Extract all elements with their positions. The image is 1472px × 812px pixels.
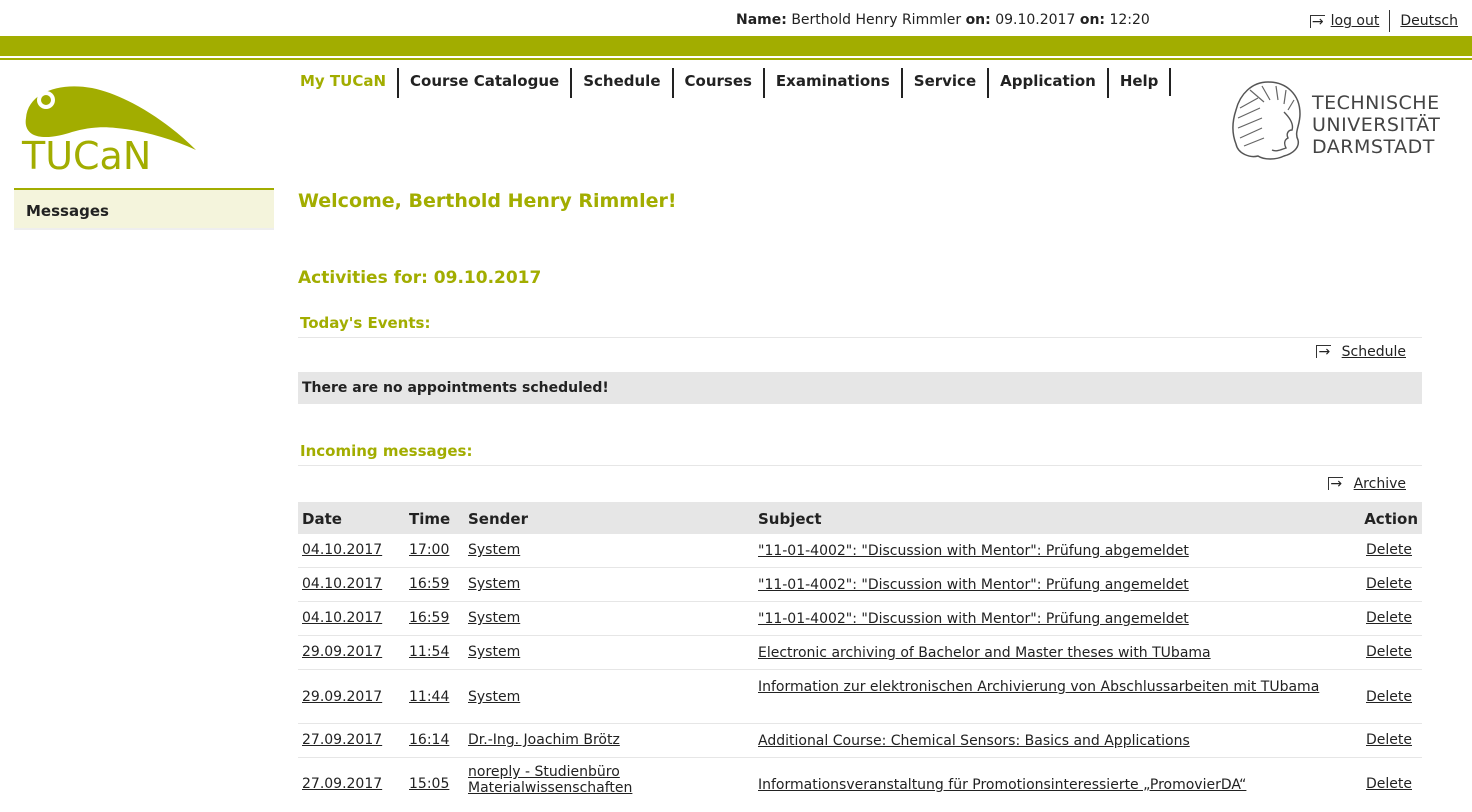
user-name: Berthold Henry Rimmler bbox=[791, 12, 962, 28]
delete-message-link[interactable]: Delete bbox=[1366, 644, 1412, 660]
message-date-link[interactable]: 04.10.2017 bbox=[302, 542, 382, 558]
nav-examinations[interactable]: Examinations bbox=[765, 68, 903, 98]
message-subject-link[interactable]: Additional Course: Chemical Sensors: Bas… bbox=[758, 732, 1328, 750]
col-header-date[interactable]: Date bbox=[302, 510, 342, 528]
schedule-link[interactable]: Schedule bbox=[1342, 344, 1406, 360]
university-line2: UNIVERSITÄT bbox=[1312, 114, 1441, 136]
delete-message-link[interactable]: Delete bbox=[1366, 776, 1412, 792]
message-date-link[interactable]: 29.09.2017 bbox=[302, 689, 382, 705]
table-row: 27.09.2017 15:05 noreply - Studienbüro M… bbox=[298, 758, 1422, 812]
col-header-subject[interactable]: Subject bbox=[758, 510, 822, 528]
tu-darmstadt-seal-icon bbox=[1232, 81, 1301, 160]
delete-message-link[interactable]: Delete bbox=[1366, 542, 1412, 558]
university-line3: DARMSTADT bbox=[1312, 136, 1435, 158]
message-time-link[interactable]: 17:00 bbox=[409, 542, 449, 558]
activities-heading: Activities for: 09.10.2017 bbox=[298, 268, 542, 288]
message-time-link[interactable]: 11:54 bbox=[409, 644, 449, 660]
top-links: → log out Deutsch bbox=[1309, 10, 1458, 32]
message-date-link[interactable]: 27.09.2017 bbox=[302, 776, 382, 792]
name-label: Name: bbox=[736, 12, 787, 28]
top-bar: Name: Berthold Henry Rimmler on: 09.10.2… bbox=[0, 0, 1472, 36]
delete-message-link[interactable]: Delete bbox=[1366, 610, 1412, 626]
main-nav: My TUCaN Course Catalogue Schedule Cours… bbox=[300, 68, 1172, 98]
no-appointments-notice: There are no appointments scheduled! bbox=[298, 372, 1422, 404]
message-subject-link[interactable]: Information zur elektronischen Archivier… bbox=[758, 678, 1328, 696]
message-sender-link[interactable]: Dr.-Ing. Joachim Brötz bbox=[468, 732, 738, 748]
schedule-link-wrap: → Schedule bbox=[1316, 344, 1406, 360]
message-time-link[interactable]: 11:44 bbox=[409, 689, 449, 705]
message-subject-link[interactable]: Informationsveranstaltung für Promotions… bbox=[758, 776, 1328, 794]
message-sender-link[interactable]: System bbox=[468, 576, 738, 592]
table-header: Date Time Sender Subject Action bbox=[298, 502, 1422, 534]
message-subject-link[interactable]: "11-01-4002": "Discussion with Mentor": … bbox=[758, 610, 1328, 628]
header-green-bar bbox=[0, 36, 1472, 56]
table-row: 04.10.2017 16:59 System "11-01-4002": "D… bbox=[298, 568, 1422, 602]
tu-darmstadt-wordmark: TECHNISCHE UNIVERSITÄT DARMSTADT bbox=[1312, 92, 1440, 158]
nav-schedule[interactable]: Schedule bbox=[572, 68, 674, 98]
todays-events-heading: Today's Events: bbox=[298, 314, 1422, 338]
nav-service[interactable]: Service bbox=[903, 68, 990, 98]
nav-my-tucan[interactable]: My TUCaN bbox=[300, 68, 400, 98]
table-row: 29.09.2017 11:54 System Electronic archi… bbox=[298, 636, 1422, 670]
message-date-link[interactable]: 04.10.2017 bbox=[302, 576, 382, 592]
delete-message-link[interactable]: Delete bbox=[1366, 732, 1412, 748]
messages-table: Date Time Sender Subject Action 04.10.20… bbox=[298, 502, 1422, 812]
message-date-link[interactable]: 04.10.2017 bbox=[302, 610, 382, 626]
user-info: Name: Berthold Henry Rimmler on: 09.10.2… bbox=[736, 12, 1150, 28]
tucan-logo-text: TUCaN bbox=[22, 134, 152, 178]
message-date-link[interactable]: 29.09.2017 bbox=[302, 644, 382, 660]
sidebar-divider bbox=[14, 228, 274, 230]
header-green-line bbox=[0, 58, 1472, 60]
table-row: 04.10.2017 17:00 System "11-01-4002": "D… bbox=[298, 534, 1422, 568]
table-row: 29.09.2017 11:44 System Information zur … bbox=[298, 670, 1422, 724]
incoming-messages-heading: Incoming messages: bbox=[298, 442, 1422, 466]
date-label: on: bbox=[965, 12, 991, 28]
message-sender-link[interactable]: System bbox=[468, 610, 738, 626]
message-time-link[interactable]: 15:05 bbox=[409, 776, 449, 792]
current-date: 09.10.2017 bbox=[995, 12, 1076, 28]
message-time-link[interactable]: 16:59 bbox=[409, 576, 449, 592]
message-sender-link[interactable]: System bbox=[468, 644, 738, 660]
university-line1: TECHNISCHE bbox=[1312, 92, 1440, 114]
nav-application[interactable]: Application bbox=[989, 68, 1109, 98]
current-time: 12:20 bbox=[1109, 12, 1150, 28]
message-subject-link[interactable]: "11-01-4002": "Discussion with Mentor": … bbox=[758, 576, 1328, 594]
logout-arrow-icon: → bbox=[1309, 13, 1325, 30]
divider bbox=[1389, 10, 1391, 32]
delete-message-link[interactable]: Delete bbox=[1366, 576, 1412, 592]
language-link[interactable]: Deutsch bbox=[1400, 13, 1458, 29]
nav-help[interactable]: Help bbox=[1109, 68, 1172, 96]
archive-link-wrap: → Archive bbox=[1328, 476, 1406, 492]
delete-message-link[interactable]: Delete bbox=[1366, 689, 1412, 705]
message-subject-link[interactable]: Electronic archiving of Bachelor and Mas… bbox=[758, 644, 1328, 662]
col-header-time[interactable]: Time bbox=[409, 510, 450, 528]
archive-link[interactable]: Archive bbox=[1354, 476, 1406, 492]
table-row: 04.10.2017 16:59 System "11-01-4002": "D… bbox=[298, 602, 1422, 636]
col-header-sender[interactable]: Sender bbox=[468, 510, 528, 528]
welcome-heading: Welcome, Berthold Henry Rimmler! bbox=[298, 190, 677, 212]
message-subject-link[interactable]: "11-01-4002": "Discussion with Mentor": … bbox=[758, 542, 1328, 560]
message-time-link[interactable]: 16:14 bbox=[409, 732, 449, 748]
message-sender-link[interactable]: System bbox=[468, 689, 738, 705]
schedule-arrow-icon: → bbox=[1316, 344, 1332, 360]
message-time-link[interactable]: 16:59 bbox=[409, 610, 449, 626]
logout-link[interactable]: log out bbox=[1331, 13, 1380, 29]
col-header-action: Action bbox=[1364, 510, 1418, 528]
message-sender-link[interactable]: System bbox=[468, 542, 738, 558]
archive-arrow-icon: → bbox=[1328, 476, 1344, 492]
message-sender-link[interactable]: noreply - Studienbüro Materialwissenscha… bbox=[468, 764, 738, 796]
nav-course-catalogue[interactable]: Course Catalogue bbox=[399, 68, 573, 98]
sidebar-item-messages[interactable]: Messages bbox=[14, 188, 274, 228]
table-row: 27.09.2017 16:14 Dr.-Ing. Joachim Brötz … bbox=[298, 724, 1422, 758]
nav-courses[interactable]: Courses bbox=[674, 68, 765, 98]
message-date-link[interactable]: 27.09.2017 bbox=[302, 732, 382, 748]
time-label: on: bbox=[1079, 12, 1106, 28]
